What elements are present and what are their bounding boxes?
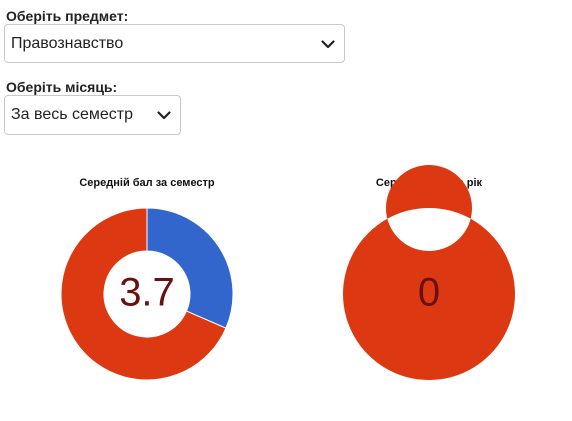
chart-title-semester: Середній бал за семестр <box>79 177 215 189</box>
month-label: Оберіть місяць: <box>6 79 118 95</box>
chevron-down-icon <box>321 39 335 48</box>
year-donut-chart: 0 <box>342 165 515 380</box>
subject-select[interactable]: Правознавство <box>4 24 345 63</box>
chevron-down-icon <box>157 111 171 120</box>
subject-select-value: Правознавство <box>11 34 124 52</box>
month-select-value: За весь семестр <box>11 106 134 123</box>
subject-label: Оберіть предмет: <box>6 8 129 24</box>
semester-donut-chart: 3.7 <box>60 207 234 381</box>
donut-1-center-value: 0 <box>418 271 440 315</box>
donut-0-center-value: 3.7 <box>119 271 175 315</box>
month-select[interactable]: За весь семестр <box>4 95 181 135</box>
